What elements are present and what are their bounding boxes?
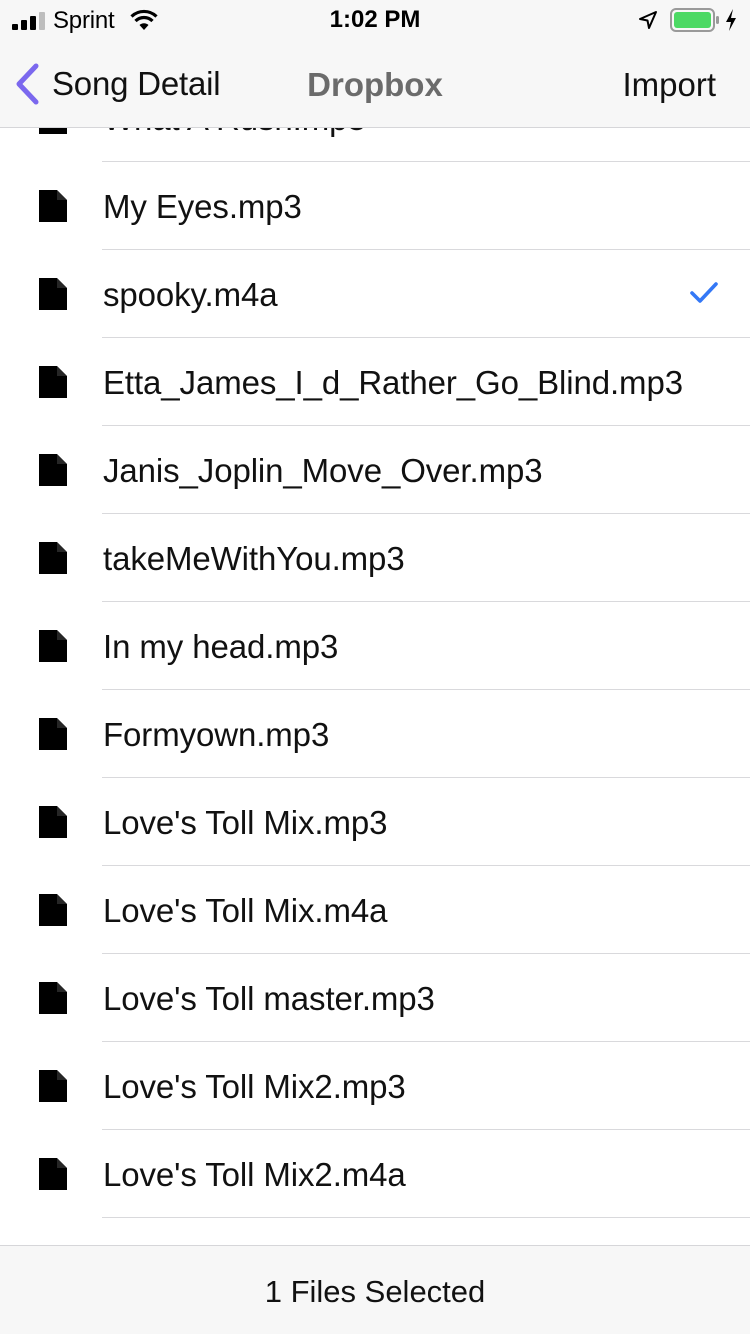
file-row[interactable]: Formyown.mp3 bbox=[0, 690, 750, 778]
document-icon bbox=[39, 894, 67, 926]
file-row[interactable]: Janis_Joplin_Move_Over.mp3 bbox=[0, 426, 750, 514]
file-row[interactable]: Love's Toll Mix.m4a bbox=[0, 866, 750, 954]
status-bar: Sprint 1:02 PM bbox=[0, 0, 750, 40]
file-name: Love's Toll master.mp3 bbox=[103, 980, 435, 1017]
file-name: Etta_James_I_d_Rather_Go_Blind.mp3 bbox=[103, 364, 683, 401]
file-name: Love's Toll Mix.mp3 bbox=[103, 804, 388, 841]
file-row[interactable]: takeMeWithYou.mp3 bbox=[0, 514, 750, 602]
document-icon bbox=[39, 982, 67, 1014]
file-row[interactable]: Love's Toll master.mp3 bbox=[0, 954, 750, 1042]
import-button[interactable]: Import bbox=[622, 66, 716, 104]
document-icon bbox=[39, 366, 67, 398]
file-row[interactable]: My Eyes.mp3 bbox=[0, 162, 750, 250]
document-icon bbox=[39, 454, 67, 486]
document-icon bbox=[39, 542, 67, 574]
file-row[interactable]: Love's Toll Mix2.mp3 bbox=[0, 1042, 750, 1130]
document-icon bbox=[39, 806, 67, 838]
screen: What A Rush.mp3 My Eyes.mp3 spooky.m4a E… bbox=[0, 0, 750, 1334]
navigation-bar: Song Detail Dropbox Import bbox=[0, 40, 750, 128]
file-name: My Eyes.mp3 bbox=[103, 188, 302, 225]
file-list[interactable]: What A Rush.mp3 My Eyes.mp3 spooky.m4a E… bbox=[0, 74, 750, 1306]
battery-icon bbox=[670, 8, 719, 32]
document-icon bbox=[39, 1070, 67, 1102]
file-name: takeMeWithYou.mp3 bbox=[103, 540, 405, 577]
file-name: spooky.m4a bbox=[103, 276, 278, 313]
file-row[interactable]: Love's Toll Mix.mp3 bbox=[0, 778, 750, 866]
charging-bolt-icon bbox=[726, 9, 736, 31]
file-name: Janis_Joplin_Move_Over.mp3 bbox=[103, 452, 543, 489]
file-name: Formyown.mp3 bbox=[103, 716, 330, 753]
selection-count-label: 1 Files Selected bbox=[264, 1274, 486, 1309]
document-icon bbox=[39, 190, 67, 222]
location-arrow-icon bbox=[639, 11, 657, 29]
file-name: Love's Toll Mix2.mp3 bbox=[103, 1068, 406, 1105]
file-name: In my head.mp3 bbox=[103, 628, 339, 665]
document-icon bbox=[39, 278, 67, 310]
document-icon bbox=[39, 1158, 67, 1190]
selection-toolbar: 1 Files Selected bbox=[0, 1245, 750, 1334]
file-row[interactable]: Etta_James_I_d_Rather_Go_Blind.mp3 bbox=[0, 338, 750, 426]
checkmark-icon bbox=[690, 282, 718, 303]
file-name: Love's Toll Mix2.m4a bbox=[103, 1156, 406, 1193]
file-row[interactable]: Love's Toll Mix2.m4a bbox=[0, 1130, 750, 1218]
file-row[interactable]: spooky.m4a bbox=[0, 250, 750, 338]
file-name: Love's Toll Mix.m4a bbox=[103, 892, 388, 929]
document-icon bbox=[39, 630, 67, 662]
document-icon bbox=[39, 718, 67, 750]
file-row[interactable]: In my head.mp3 bbox=[0, 602, 750, 690]
